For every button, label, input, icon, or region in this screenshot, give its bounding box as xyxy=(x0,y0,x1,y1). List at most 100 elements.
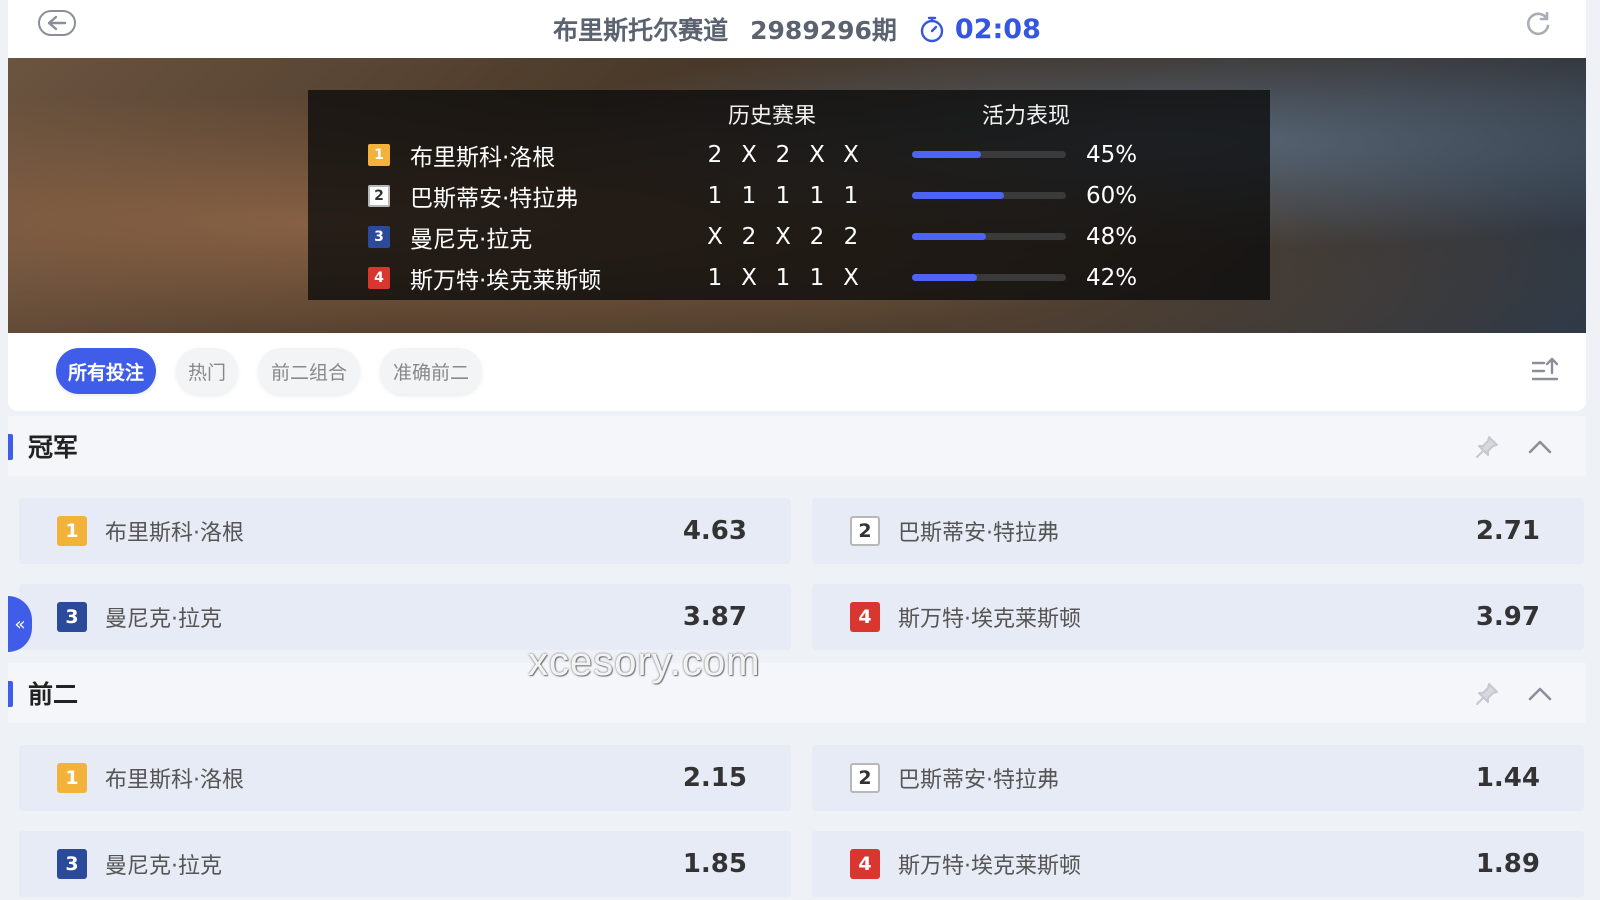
back-button[interactable] xyxy=(38,10,76,36)
runner-number-badge: 3 xyxy=(57,849,87,879)
header-bar: 布里斯托尔赛道 2989296期 02:08 xyxy=(8,0,1586,58)
history-result: 2 xyxy=(809,223,825,250)
stats-panel: 历史赛果 活力表现 1 布里斯科·洛根 2X2XX 45% 2 巴斯蒂安·特拉弗… xyxy=(308,90,1270,300)
period-number: 2989296期 xyxy=(750,16,897,45)
history-result: X xyxy=(741,141,757,168)
refresh-icon xyxy=(1527,11,1550,36)
history-result: X xyxy=(707,223,723,250)
countdown-timer: 02:08 xyxy=(919,14,1041,45)
history-result: X xyxy=(775,223,791,250)
tab-hot[interactable]: 热门 xyxy=(176,348,238,394)
runner-name: 斯万特·埃克莱斯顿 xyxy=(410,267,602,294)
stats-row: 4 斯万特·埃克莱斯顿 1X11X 42% xyxy=(308,257,1270,298)
section-header: 前二 xyxy=(8,663,1586,723)
history-results: 2X2XX xyxy=(698,142,868,168)
history-results: 1X11X xyxy=(698,265,868,291)
section-accent-bar xyxy=(8,681,13,707)
vitality-percent: 45% xyxy=(1086,141,1138,168)
chevron-up-icon xyxy=(1528,440,1552,454)
sort-button[interactable] xyxy=(1530,355,1560,387)
watermark: xcesory.com xyxy=(528,640,761,684)
pin-button[interactable] xyxy=(1474,434,1500,460)
history-header: 历史赛果 xyxy=(728,104,817,129)
odds-value: 1.44 xyxy=(1475,763,1540,793)
pin-icon xyxy=(1476,683,1498,705)
vitality-bar xyxy=(912,233,1066,240)
vitality-bar-fill xyxy=(912,151,982,158)
runner-name: 布里斯科·洛根 xyxy=(410,144,556,171)
history-result: 2 xyxy=(741,223,757,250)
history-results: X2X22 xyxy=(698,224,868,250)
history-result: 1 xyxy=(707,182,723,209)
odds-value: 2.71 xyxy=(1475,516,1540,546)
vitality-bar xyxy=(912,274,1066,281)
runner-name: 巴斯蒂安·特拉弗 xyxy=(898,521,1059,546)
odds-card[interactable]: 3 曼尼克·拉克 1.85 xyxy=(19,831,791,897)
vitality-percent: 48% xyxy=(1086,223,1138,250)
tab-top-two-combo[interactable]: 前二组合 xyxy=(258,348,360,394)
race-title: 布里斯托尔赛道 2989296期 02:08 xyxy=(553,11,1041,47)
runner-name: 曼尼克·拉克 xyxy=(105,854,222,879)
vitality-bar-fill xyxy=(912,274,977,281)
stopwatch-icon xyxy=(920,16,944,43)
history-result: X xyxy=(843,141,859,168)
tab-exact-top-two[interactable]: 准确前二 xyxy=(380,348,482,394)
runner-number-badge: 4 xyxy=(368,266,390,289)
runner-number-badge: 4 xyxy=(850,602,880,632)
history-result: 1 xyxy=(741,182,757,209)
runner-name: 斯万特·埃克莱斯顿 xyxy=(898,854,1081,879)
odds-value: 3.97 xyxy=(1475,602,1540,632)
stats-row: 2 巴斯蒂安·特拉弗 11111 60% xyxy=(308,175,1270,216)
history-result: X xyxy=(843,264,859,291)
collapse-button[interactable] xyxy=(1526,681,1554,707)
odds-card[interactable]: 1 布里斯科·洛根 2.15 xyxy=(19,745,791,811)
vitality-bar xyxy=(912,192,1066,199)
runner-number-badge: 2 xyxy=(850,516,880,546)
tab-all-bets[interactable]: 所有投注 xyxy=(56,348,156,394)
history-result: 2 xyxy=(707,141,723,168)
odds-card[interactable]: 1 布里斯科·洛根 4.63 xyxy=(19,498,791,564)
section-title: 冠军 xyxy=(28,433,79,462)
race-banner: 历史赛果 活力表现 1 布里斯科·洛根 2X2XX 45% 2 巴斯蒂安·特拉弗… xyxy=(8,58,1586,333)
history-result: 1 xyxy=(707,264,723,291)
countdown-value: 02:08 xyxy=(954,13,1041,45)
history-result: 1 xyxy=(809,264,825,291)
odds-value: 4.63 xyxy=(682,516,747,546)
section-title: 前二 xyxy=(28,680,79,709)
history-result: 1 xyxy=(809,182,825,209)
track-name: 布里斯托尔赛道 xyxy=(553,16,729,45)
history-result: X xyxy=(809,141,825,168)
runner-name: 布里斯科·洛根 xyxy=(105,768,244,793)
runner-number-badge: 3 xyxy=(57,602,87,632)
bet-filter-bar: 所有投注 热门 前二组合 准确前二 xyxy=(8,333,1586,411)
vitality-bar-fill xyxy=(912,192,1005,199)
pin-icon xyxy=(1476,436,1498,458)
vitality-bar-fill xyxy=(912,233,986,240)
odds-card[interactable]: 2 巴斯蒂安·特拉弗 1.44 xyxy=(812,745,1584,811)
odds-value: 2.15 xyxy=(682,763,747,793)
runner-name: 巴斯蒂安·特拉弗 xyxy=(898,768,1059,793)
history-result: 1 xyxy=(775,182,791,209)
history-results: 11111 xyxy=(698,183,868,209)
runner-number-badge: 2 xyxy=(850,763,880,793)
runner-name: 曼尼克·拉克 xyxy=(410,226,533,253)
runner-name: 斯万特·埃克莱斯顿 xyxy=(898,607,1081,632)
vitality-percent: 60% xyxy=(1086,182,1138,209)
runner-number-badge: 4 xyxy=(850,849,880,879)
stats-row: 3 曼尼克·拉克 X2X22 48% xyxy=(308,216,1270,257)
runner-number-badge: 2 xyxy=(368,184,390,207)
refresh-button[interactable] xyxy=(1522,8,1554,40)
runner-name: 曼尼克·拉克 xyxy=(105,607,222,632)
collapse-button[interactable] xyxy=(1526,434,1554,460)
runner-number-badge: 1 xyxy=(368,143,390,166)
runner-name: 巴斯蒂安·特拉弗 xyxy=(410,185,579,212)
section-accent-bar xyxy=(8,434,13,460)
runner-name: 布里斯科·洛根 xyxy=(105,521,244,546)
pin-button[interactable] xyxy=(1474,681,1500,707)
odds-card[interactable]: 4 斯万特·埃克莱斯顿 1.89 xyxy=(812,831,1584,897)
odds-card[interactable]: 2 巴斯蒂安·特拉弗 2.71 xyxy=(812,498,1584,564)
history-result: X xyxy=(741,264,757,291)
runner-number-badge: 3 xyxy=(368,225,390,248)
vitality-header: 活力表现 xyxy=(982,104,1071,129)
odds-card[interactable]: 4 斯万特·埃克莱斯顿 3.97 xyxy=(812,584,1584,650)
